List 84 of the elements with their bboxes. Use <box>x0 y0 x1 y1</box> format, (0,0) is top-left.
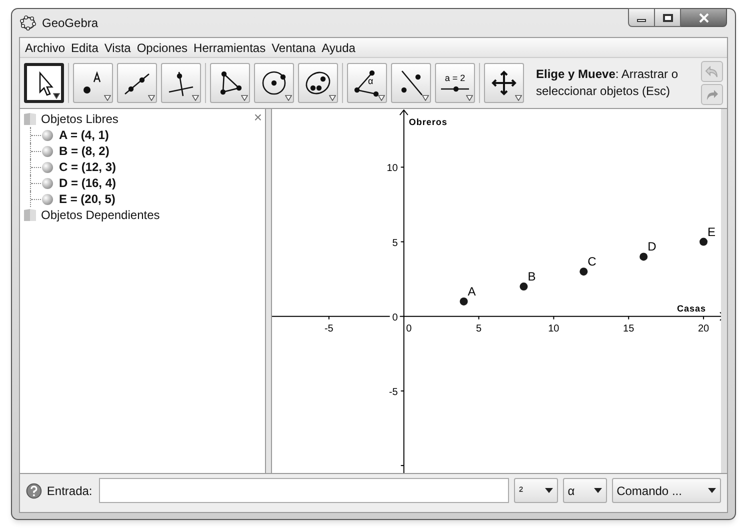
menu-item[interactable]: Edita <box>68 38 102 56</box>
input-field[interactable] <box>99 478 509 503</box>
tick-label: 15 <box>623 323 634 334</box>
tick-label: 10 <box>548 323 560 334</box>
data-point <box>580 268 588 276</box>
tool-help-text: Elige y Mueve: Arrastrar o seleccionar objetos (Esc) <box>536 66 680 100</box>
object-label[interactable]: E = (20, 5) <box>59 190 116 208</box>
dropdown-triangle-icon <box>241 95 248 101</box>
dropdown-triangle-icon <box>104 95 111 101</box>
tool-button[interactable] <box>161 63 201 103</box>
close-panel-button[interactable]: × <box>254 107 262 128</box>
close-button[interactable] <box>681 8 727 27</box>
tick-label: 20 <box>698 323 710 334</box>
dropdown-triangle-icon <box>378 95 385 101</box>
point-label: B <box>528 270 536 284</box>
tool-button[interactable] <box>254 63 294 103</box>
dropdown[interactable]: α <box>562 478 607 503</box>
data-point <box>460 297 468 306</box>
tick-label: 5 <box>476 323 482 334</box>
menu-item[interactable]: Herramientas <box>190 38 269 56</box>
tool-button[interactable]: a = 2 <box>435 63 475 103</box>
menu-item[interactable]: Ayuda <box>318 38 358 56</box>
object-label[interactable]: B = (8, 2) <box>59 142 110 160</box>
tool-button[interactable] <box>210 63 250 103</box>
caret-icon <box>544 488 553 493</box>
object-label[interactable]: A = (4, 1) <box>59 126 109 144</box>
alpha-label: α <box>368 77 374 86</box>
tool-button[interactable] <box>73 63 113 103</box>
move-view-icon <box>489 68 519 98</box>
slider-label: a = 2 <box>444 74 466 83</box>
close-icon <box>698 12 708 22</box>
tool-button[interactable] <box>391 63 431 103</box>
folder-icon <box>23 208 37 222</box>
scroll-bar[interactable] <box>721 109 727 473</box>
redo-icon <box>705 88 719 100</box>
menu-item[interactable]: Vista <box>101 38 134 56</box>
undo-icon <box>705 66 719 78</box>
dropdown[interactable]: Comando ... <box>612 478 722 503</box>
dropdown-triangle-icon <box>192 95 199 101</box>
object-label[interactable]: C = (12, 3) <box>59 158 116 176</box>
point-label: E <box>708 224 716 239</box>
tool-button[interactable] <box>298 63 338 103</box>
slider-icon <box>441 86 469 92</box>
tick-label: 5 <box>392 238 398 249</box>
dropdown-triangle-icon <box>329 95 336 101</box>
maximize-button[interactable] <box>655 8 681 27</box>
caret-icon <box>594 488 602 493</box>
tool-button[interactable]: α <box>347 63 387 103</box>
menu-item[interactable]: Opciones <box>134 38 191 56</box>
axis-label: Obreros <box>408 117 448 127</box>
app-logo-icon <box>20 15 36 31</box>
axis-label: Casas <box>676 303 706 314</box>
tick-label: 0 <box>406 323 412 334</box>
caret-icon <box>708 488 716 493</box>
data-point <box>520 282 528 291</box>
tool-button[interactable] <box>24 63 64 103</box>
data-point <box>640 252 648 261</box>
menu-item[interactable]: Ventana <box>268 38 319 56</box>
tick-label: 0 <box>392 312 398 324</box>
window-title: GeoGebra <box>42 15 98 32</box>
object-label[interactable]: D = (16, 4) <box>59 174 116 192</box>
dropdown-triangle-icon <box>148 95 155 101</box>
dropdown-triangle-icon <box>285 95 292 101</box>
tick-label: 10 <box>386 163 398 174</box>
data-point <box>700 238 708 246</box>
tool-button[interactable] <box>117 63 157 103</box>
input-label: Entrada: <box>46 482 92 500</box>
tick-label: -5 <box>388 386 398 398</box>
dropdown-triangle-icon <box>515 95 522 101</box>
help-icon[interactable] <box>26 482 42 498</box>
point-label: D <box>648 240 656 254</box>
dropdown-triangle-icon <box>53 93 60 99</box>
minimize-button[interactable] <box>628 8 655 27</box>
dropdown-triangle-icon <box>466 95 473 101</box>
menu-item[interactable]: Archivo <box>22 38 68 56</box>
dropdown[interactable]: ² <box>514 478 558 503</box>
tool-button[interactable] <box>484 63 524 103</box>
point-label: A <box>468 284 476 298</box>
point-label: C <box>588 254 596 269</box>
folder-label[interactable]: Objetos Dependientes <box>41 206 160 224</box>
folder-icon <box>23 112 37 126</box>
tick-label: -5 <box>324 323 334 334</box>
folder-label[interactable]: Objetos Libres <box>41 110 118 128</box>
dropdown-triangle-icon <box>422 95 429 101</box>
